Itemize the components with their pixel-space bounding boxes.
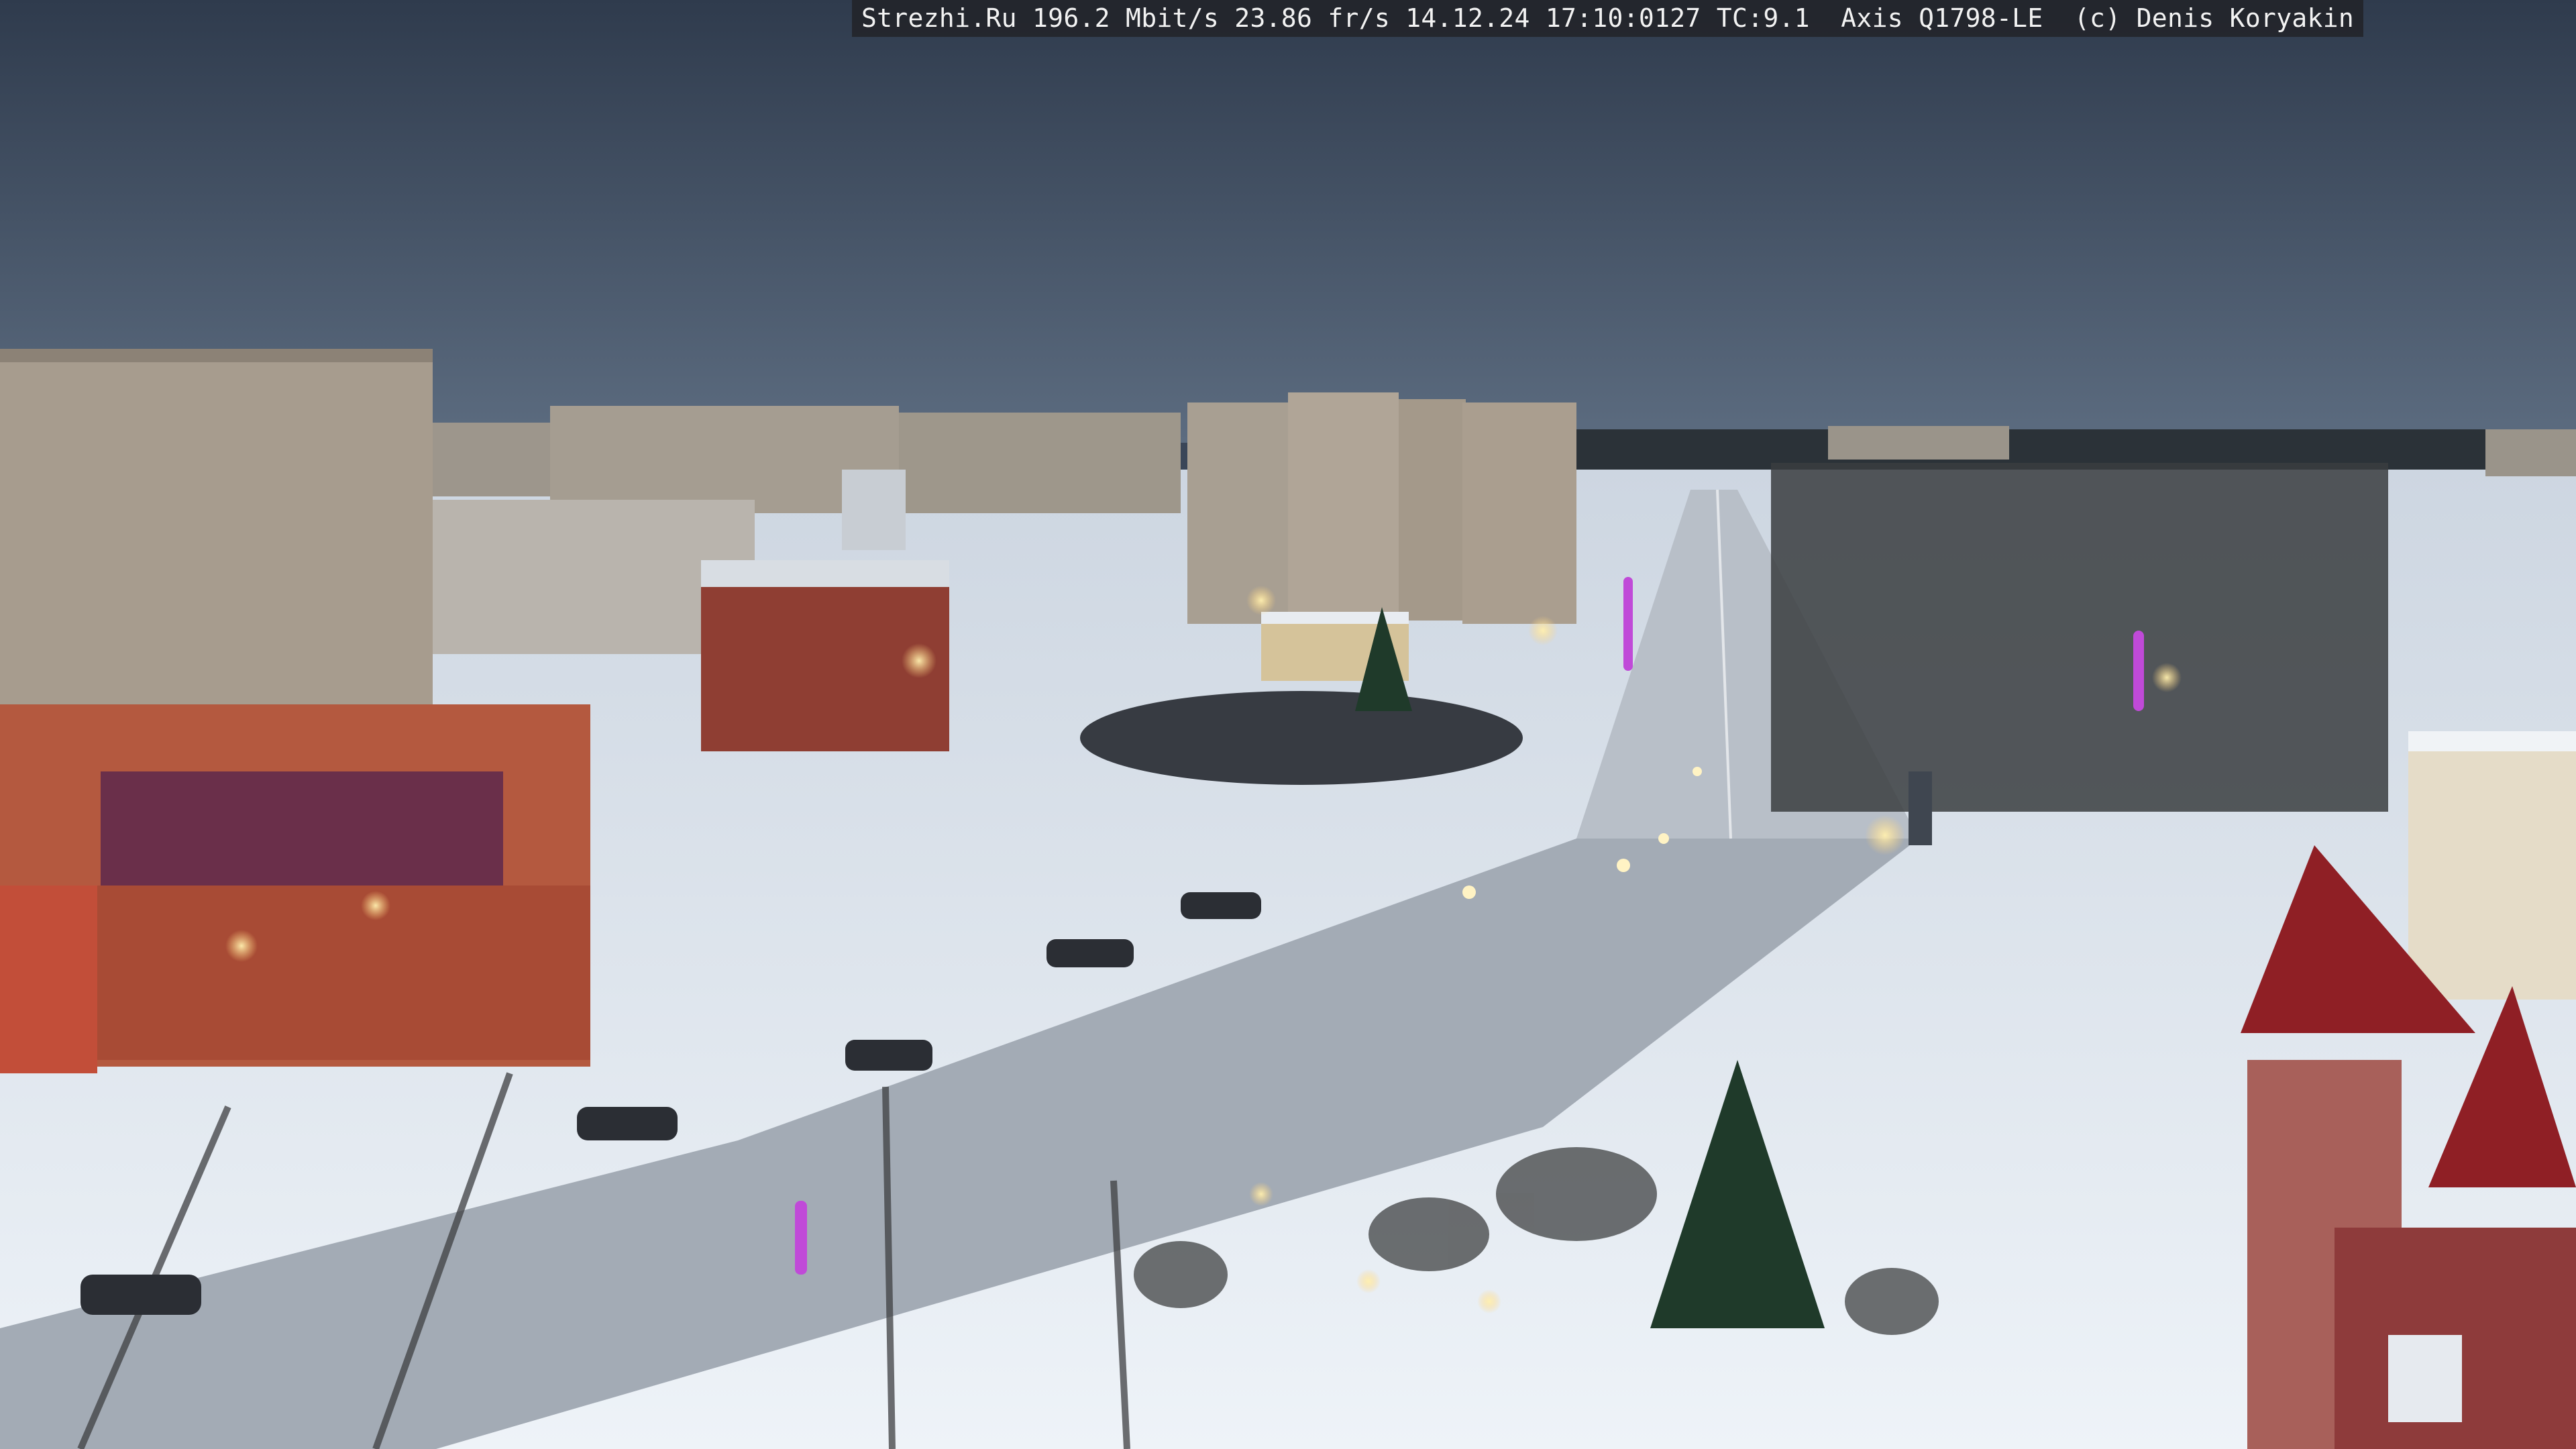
crowd — [1080, 691, 1523, 785]
right-building — [2408, 731, 2576, 1000]
central-towers — [1187, 392, 1576, 624]
webcam-scene — [0, 0, 2576, 1449]
camera-info-overlay: Strezhi.Ru 196.2 Mbit/s 23.86 fr/s 14.12… — [852, 0, 2364, 37]
building-red-roof — [701, 560, 949, 587]
small-tower — [842, 470, 906, 550]
pavilion-roof — [1261, 612, 1409, 624]
shopping-center — [0, 704, 590, 1073]
birch-grove-right — [1771, 463, 2388, 812]
monument — [1909, 771, 1932, 845]
